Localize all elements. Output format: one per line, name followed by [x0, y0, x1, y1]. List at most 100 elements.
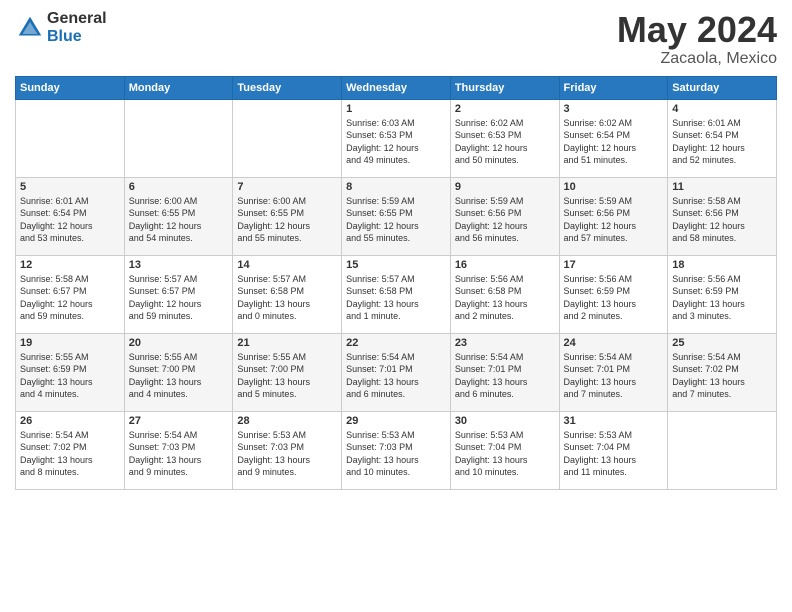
calendar-cell: 31Sunrise: 5:53 AMSunset: 7:04 PMDayligh… — [559, 411, 668, 489]
week-row-4: 19 Sunrise: 5:55 AMSunset: 6:59 PMDayligh… — [16, 333, 777, 411]
day-number: 27 — [129, 415, 229, 427]
cell-info: Sunrise: 6:03 AMSunset: 6:53 PMDaylight:… — [346, 117, 446, 167]
col-wednesday: Wednesday — [342, 76, 451, 99]
cell-info: Sunrise: 5:59 AMSunset: 6:56 PMDaylight:… — [455, 195, 555, 245]
day-number: 1 — [346, 103, 446, 115]
day-number: 6 — [129, 181, 229, 193]
day-number: 26 — [20, 415, 120, 427]
day-number: 18 — [672, 259, 772, 271]
calendar-cell: 8 Sunrise: 5:59 AMSunset: 6:55 PMDaylight… — [342, 177, 451, 255]
calendar-cell: 22Sunrise: 5:54 AMSunset: 7:01 PMDayligh… — [342, 333, 451, 411]
calendar-cell: 19 Sunrise: 5:55 AMSunset: 6:59 PMDayligh… — [16, 333, 125, 411]
cell-info: Sunrise: 5:57 AMSunset: 6:57 PMDaylight:… — [129, 273, 229, 323]
calendar-cell: 7 Sunrise: 6:00 AMSunset: 6:55 PMDaylight… — [233, 177, 342, 255]
calendar-cell: 11 Sunrise: 5:58 AMSunset: 6:56 PMDayligh… — [668, 177, 777, 255]
cell-info: Sunrise: 5:57 AMSunset: 6:58 PMDaylight:… — [237, 273, 337, 323]
day-number: 9 — [455, 181, 555, 193]
col-saturday: Saturday — [668, 76, 777, 99]
cell-info: Sunrise: 5:56 AMSunset: 6:59 PMDaylight:… — [564, 273, 664, 323]
calendar-cell — [233, 99, 342, 177]
col-tuesday: Tuesday — [233, 76, 342, 99]
calendar-cell: 23Sunrise: 5:54 AMSunset: 7:01 PMDayligh… — [450, 333, 559, 411]
calendar-cell — [124, 99, 233, 177]
cell-info: Sunrise: 5:58 AMSunset: 6:57 PMDaylight:… — [20, 273, 120, 323]
day-number: 8 — [346, 181, 446, 193]
cell-info: Sunrise: 6:00 AMSunset: 6:55 PMDaylight:… — [237, 195, 337, 245]
day-number: 28 — [237, 415, 337, 427]
day-number: 24 — [564, 337, 664, 349]
calendar-cell: 12 Sunrise: 5:58 AMSunset: 6:57 PMDayligh… — [16, 255, 125, 333]
calendar-cell: 20 Sunrise: 5:55 AMSunset: 7:00 PMDayligh… — [124, 333, 233, 411]
cell-info: Sunrise: 5:58 AMSunset: 6:56 PMDaylight:… — [672, 195, 772, 245]
calendar-table: Sunday Monday Tuesday Wednesday Thursday… — [15, 76, 777, 490]
calendar-cell: 27 Sunrise: 5:54 AMSunset: 7:03 PMDayligh… — [124, 411, 233, 489]
calendar-cell: 28 Sunrise: 5:53 AMSunset: 7:03 PMDayligh… — [233, 411, 342, 489]
cell-info: Sunrise: 5:53 AMSunset: 7:03 PMDaylight:… — [346, 429, 446, 479]
day-number: 13 — [129, 259, 229, 271]
title-block: May 2024 Zacaola, Mexico — [617, 10, 777, 68]
day-number: 11 — [672, 181, 772, 193]
week-row-5: 26 Sunrise: 5:54 AMSunset: 7:02 PMDayligh… — [16, 411, 777, 489]
calendar-cell: 9 Sunrise: 5:59 AMSunset: 6:56 PMDaylight… — [450, 177, 559, 255]
cell-info: Sunrise: 5:53 AMSunset: 7:04 PMDaylight:… — [564, 429, 664, 479]
cell-info: Sunrise: 5:54 AMSunset: 7:01 PMDaylight:… — [564, 351, 664, 401]
cell-info: Sunrise: 5:57 AMSunset: 6:58 PMDaylight:… — [346, 273, 446, 323]
logo-icon — [15, 13, 45, 43]
day-number: 17 — [564, 259, 664, 271]
calendar-cell: 29 Sunrise: 5:53 AMSunset: 7:03 PMDayligh… — [342, 411, 451, 489]
day-number: 21 — [237, 337, 337, 349]
calendar-cell: 18 Sunrise: 5:56 AMSunset: 6:59 PMDayligh… — [668, 255, 777, 333]
week-row-2: 5 Sunrise: 6:01 AMSunset: 6:54 PMDaylight… — [16, 177, 777, 255]
calendar-cell: 5 Sunrise: 6:01 AMSunset: 6:54 PMDaylight… — [16, 177, 125, 255]
cell-info: Sunrise: 5:59 AMSunset: 6:55 PMDaylight:… — [346, 195, 446, 245]
header-row: Sunday Monday Tuesday Wednesday Thursday… — [16, 76, 777, 99]
calendar-cell: 17 Sunrise: 5:56 AMSunset: 6:59 PMDayligh… — [559, 255, 668, 333]
day-number: 2 — [455, 103, 555, 115]
day-number: 7 — [237, 181, 337, 193]
cell-info: Sunrise: 5:55 AMSunset: 7:00 PMDaylight:… — [129, 351, 229, 401]
cell-info: Sunrise: 5:54 AMSunset: 7:01 PMDaylight:… — [455, 351, 555, 401]
col-friday: Friday — [559, 76, 668, 99]
cell-info: Sunrise: 5:55 AMSunset: 7:00 PMDaylight:… — [237, 351, 337, 401]
day-number: 22 — [346, 337, 446, 349]
week-row-3: 12 Sunrise: 5:58 AMSunset: 6:57 PMDayligh… — [16, 255, 777, 333]
cell-info: Sunrise: 5:53 AMSunset: 7:04 PMDaylight:… — [455, 429, 555, 479]
day-number: 19 — [20, 337, 120, 349]
cell-info: Sunrise: 5:56 AMSunset: 6:59 PMDaylight:… — [672, 273, 772, 323]
calendar-cell — [668, 411, 777, 489]
day-number: 29 — [346, 415, 446, 427]
header: General Blue May 2024 Zacaola, Mexico — [15, 10, 777, 68]
calendar-cell: 26 Sunrise: 5:54 AMSunset: 7:02 PMDayligh… — [16, 411, 125, 489]
day-number: 5 — [20, 181, 120, 193]
cell-info: Sunrise: 5:53 AMSunset: 7:03 PMDaylight:… — [237, 429, 337, 479]
logo: General Blue — [15, 10, 107, 46]
calendar-title: May 2024 — [617, 10, 777, 50]
col-monday: Monday — [124, 76, 233, 99]
day-number: 20 — [129, 337, 229, 349]
col-thursday: Thursday — [450, 76, 559, 99]
calendar-cell: 25Sunrise: 5:54 AMSunset: 7:02 PMDayligh… — [668, 333, 777, 411]
day-number: 30 — [455, 415, 555, 427]
col-sunday: Sunday — [16, 76, 125, 99]
calendar-body: 1 Sunrise: 6:03 AMSunset: 6:53 PMDaylight… — [16, 99, 777, 489]
day-number: 15 — [346, 259, 446, 271]
calendar-location: Zacaola, Mexico — [617, 50, 777, 68]
calendar-cell: 2Sunrise: 6:02 AMSunset: 6:53 PMDaylight… — [450, 99, 559, 177]
calendar-cell: 14Sunrise: 5:57 AMSunset: 6:58 PMDayligh… — [233, 255, 342, 333]
cell-info: Sunrise: 5:54 AMSunset: 7:02 PMDaylight:… — [20, 429, 120, 479]
day-number: 4 — [672, 103, 772, 115]
calendar-cell: 4Sunrise: 6:01 AMSunset: 6:54 PMDaylight… — [668, 99, 777, 177]
cell-info: Sunrise: 6:01 AMSunset: 6:54 PMDaylight:… — [20, 195, 120, 245]
cell-info: Sunrise: 5:54 AMSunset: 7:03 PMDaylight:… — [129, 429, 229, 479]
calendar-cell — [16, 99, 125, 177]
calendar-cell: 3Sunrise: 6:02 AMSunset: 6:54 PMDaylight… — [559, 99, 668, 177]
cell-info: Sunrise: 5:54 AMSunset: 7:02 PMDaylight:… — [672, 351, 772, 401]
logo-general: General — [47, 10, 107, 27]
calendar-cell: 6Sunrise: 6:00 AMSunset: 6:55 PMDaylight… — [124, 177, 233, 255]
day-number: 12 — [20, 259, 120, 271]
cell-info: Sunrise: 5:55 AMSunset: 6:59 PMDaylight:… — [20, 351, 120, 401]
day-number: 3 — [564, 103, 664, 115]
calendar-cell: 30 Sunrise: 5:53 AMSunset: 7:04 PMDayligh… — [450, 411, 559, 489]
week-row-1: 1 Sunrise: 6:03 AMSunset: 6:53 PMDaylight… — [16, 99, 777, 177]
calendar-page: General Blue May 2024 Zacaola, Mexico Su… — [0, 0, 792, 500]
